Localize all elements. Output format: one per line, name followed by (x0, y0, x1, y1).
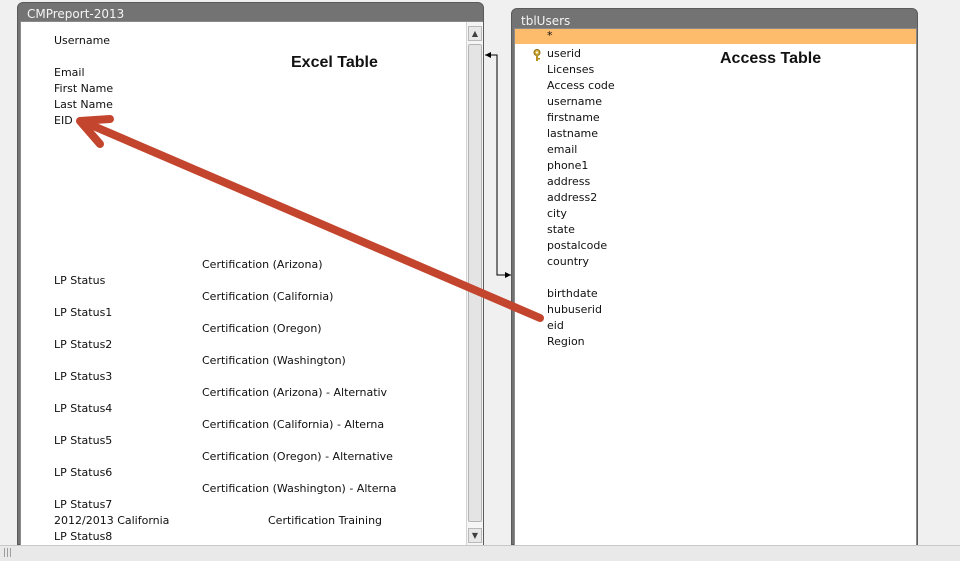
access-field[interactable]: hubuserid (547, 303, 602, 317)
excel-field[interactable]: LP Status5 (54, 434, 112, 448)
excel-field[interactable]: LP Status8 (54, 530, 112, 544)
access-field[interactable]: address (547, 175, 590, 189)
access-field[interactable]: Region (547, 335, 585, 349)
excel-field[interactable]: Username (54, 34, 110, 48)
access-field[interactable]: lastname (547, 127, 598, 141)
excel-field[interactable]: Email (54, 66, 85, 80)
all-fields-marker: * (547, 29, 553, 42)
access-field[interactable]: userid (547, 47, 581, 61)
scroll-up-icon[interactable]: ▲ (468, 26, 482, 41)
excel-field[interactable]: Certification (Arizona) (202, 258, 323, 272)
access-field[interactable]: eid (547, 319, 564, 333)
access-field[interactable]: phone1 (547, 159, 588, 173)
access-field[interactable]: address2 (547, 191, 597, 205)
excel-field[interactable]: EID (54, 114, 73, 128)
excel-field[interactable]: Certification (Oregon) (202, 322, 322, 336)
access-field[interactable]: Access code (547, 79, 615, 93)
status-bar: ||| (0, 545, 960, 561)
excel-field[interactable]: LP Status (54, 274, 105, 288)
excel-field[interactable]: LP Status7 (54, 498, 112, 512)
access-field[interactable]: city (547, 207, 567, 221)
excel-field[interactable]: Certification (California) - Alterna (202, 418, 384, 432)
access-field[interactable]: firstname (547, 111, 600, 125)
excel-field[interactable]: Certification (Arizona) - Alternativ (202, 386, 387, 400)
access-field[interactable]: birthdate (547, 287, 598, 301)
excel-field[interactable]: LP Status1 (54, 306, 112, 320)
excel-field[interactable]: Last Name (54, 98, 113, 112)
excel-field[interactable]: LP Status2 (54, 338, 112, 352)
excel-field[interactable]: Certification (Washington) - Alterna (202, 482, 397, 496)
access-field[interactable]: state (547, 223, 575, 237)
excel-table-window[interactable]: CMPreport-2013 Excel Table Username Emai… (17, 2, 484, 548)
excel-field[interactable]: Certification Training (268, 514, 382, 528)
selected-row-highlight[interactable]: * (515, 29, 916, 44)
access-table-window[interactable]: tblUsers * Access Table userid Licenses … (511, 8, 918, 548)
excel-field[interactable]: Certification (California) (202, 290, 333, 304)
scroll-down-icon[interactable]: ▼ (468, 528, 482, 543)
access-window-title: tblUsers (521, 14, 571, 28)
scroll-thumb[interactable] (468, 44, 482, 522)
excel-table-label: Excel Table (291, 54, 378, 71)
access-field[interactable]: Licenses (547, 63, 594, 77)
access-field-list[interactable]: * Access Table userid Licenses Access co… (514, 28, 917, 548)
excel-field[interactable]: First Name (54, 82, 113, 96)
excel-field-list[interactable]: Excel Table Username Email First Name La… (20, 21, 483, 548)
access-field[interactable]: country (547, 255, 589, 269)
excel-field[interactable]: Certification (Oregon) - Alternative (202, 450, 393, 464)
access-field[interactable]: postalcode (547, 239, 607, 253)
vertical-scrollbar[interactable]: ▲ ▼ (466, 22, 483, 547)
excel-field[interactable]: LP Status6 (54, 466, 112, 480)
excel-field[interactable]: LP Status4 (54, 402, 112, 416)
grip-icon: ||| (3, 548, 13, 558)
access-field[interactable]: email (547, 143, 577, 157)
access-table-label: Access Table (720, 50, 822, 67)
excel-window-title: CMPreport-2013 (27, 7, 125, 21)
excel-field[interactable]: LP Status3 (54, 370, 112, 384)
excel-field[interactable]: Certification (Washington) (202, 354, 346, 368)
key-icon (532, 46, 542, 65)
excel-field[interactable]: 2012/2013 California (54, 514, 169, 528)
access-field[interactable]: username (547, 95, 602, 109)
